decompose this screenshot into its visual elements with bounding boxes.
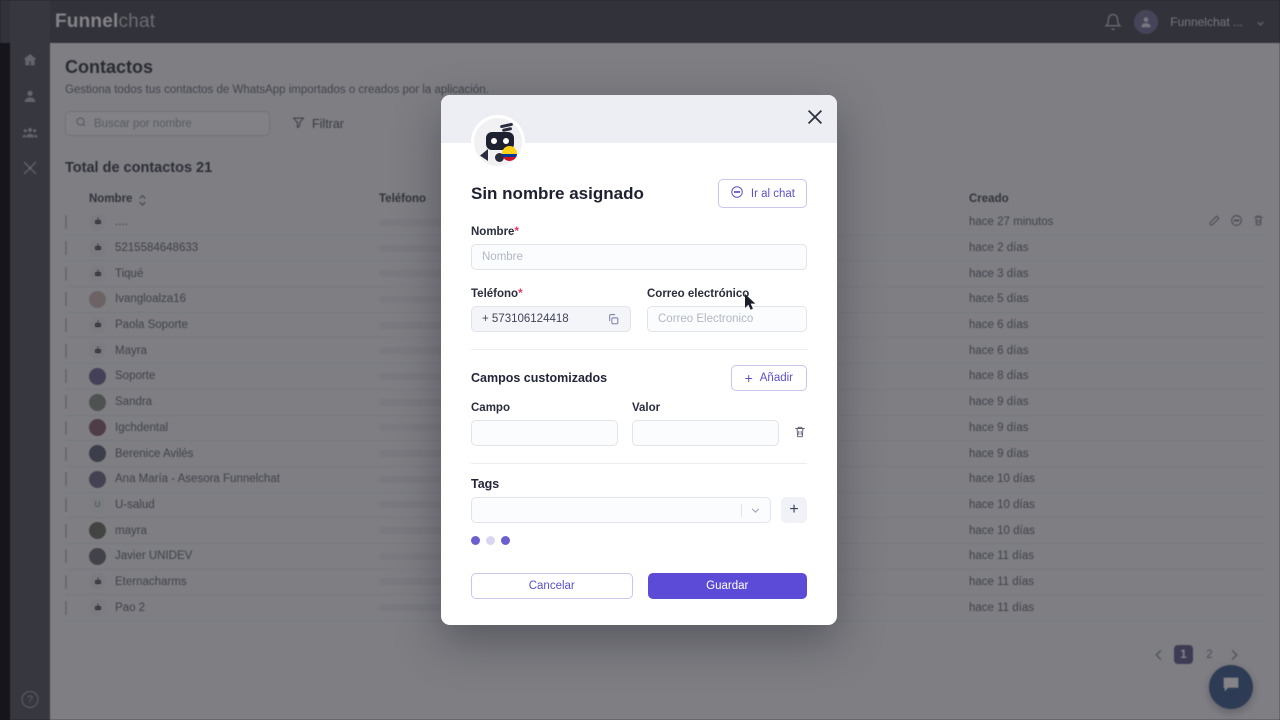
chevron-down-icon[interactable] bbox=[749, 504, 762, 517]
name-input[interactable]: Nombre bbox=[471, 244, 807, 270]
copy-icon[interactable] bbox=[607, 313, 620, 326]
divider bbox=[471, 349, 807, 350]
close-icon[interactable] bbox=[804, 106, 826, 128]
email-field-group: Correo electrónico Correo Electronico bbox=[647, 288, 807, 332]
phone-field-label: Teléfono* bbox=[471, 288, 523, 300]
campo-label: Campo bbox=[471, 402, 510, 414]
mouse-cursor bbox=[745, 294, 757, 312]
add-tag-button[interactable]: + bbox=[781, 497, 807, 523]
app-root: Funnelchat Funnelchat ... ? Contactos Ge… bbox=[0, 0, 1280, 720]
campo-input[interactable] bbox=[471, 420, 618, 446]
email-input[interactable]: Correo Electronico bbox=[647, 306, 807, 332]
modal-title: Sin nombre asignado bbox=[471, 183, 644, 203]
name-field-group: Nombre* Nombre bbox=[471, 226, 807, 270]
bot-avatar bbox=[471, 115, 525, 169]
save-button[interactable]: Guardar bbox=[647, 573, 807, 599]
plus-icon: + bbox=[744, 370, 753, 386]
tags-select[interactable] bbox=[471, 497, 771, 523]
go-to-chat-button[interactable]: Ir al chat bbox=[717, 179, 807, 208]
phone-input[interactable]: + 573106124418 bbox=[471, 306, 631, 332]
tags-label: Tags bbox=[471, 477, 500, 491]
add-custom-field-button[interactable]: + Añadir bbox=[730, 365, 807, 391]
trash-icon[interactable] bbox=[793, 425, 807, 439]
tags-group: Tags + bbox=[471, 477, 807, 545]
modal-body: Sin nombre asignado Ir al chat Nombre* N… bbox=[441, 115, 837, 599]
contact-edit-modal: Sin nombre asignado Ir al chat Nombre* N… bbox=[441, 95, 837, 625]
custom-field-valor-group: Valor bbox=[632, 402, 779, 446]
phone-value: + 573106124418 bbox=[482, 313, 569, 325]
go-to-chat-label: Ir al chat bbox=[750, 187, 795, 200]
required-marker: * bbox=[514, 226, 519, 238]
email-field-label: Correo electrónico bbox=[647, 288, 750, 300]
colombia-flag-icon bbox=[502, 146, 517, 161]
name-input-placeholder: Nombre bbox=[482, 251, 523, 263]
email-input-placeholder: Correo Electronico bbox=[658, 313, 754, 325]
cancel-button[interactable]: Cancelar bbox=[471, 573, 633, 599]
chat-bubble-icon bbox=[730, 185, 744, 202]
add-label: Añadir bbox=[759, 372, 793, 384]
plus-icon: + bbox=[789, 501, 799, 518]
valor-label: Valor bbox=[632, 402, 661, 414]
valor-input[interactable] bbox=[632, 420, 779, 446]
name-field-label: Nombre* bbox=[471, 226, 519, 238]
required-marker: * bbox=[518, 288, 523, 300]
custom-fields-title: Campos customizados bbox=[471, 371, 608, 385]
phone-field-group: Teléfono* + 573106124418 bbox=[471, 288, 631, 332]
loading-dots bbox=[471, 536, 807, 545]
divider bbox=[471, 463, 807, 464]
custom-field-campo-group: Campo bbox=[471, 402, 618, 446]
